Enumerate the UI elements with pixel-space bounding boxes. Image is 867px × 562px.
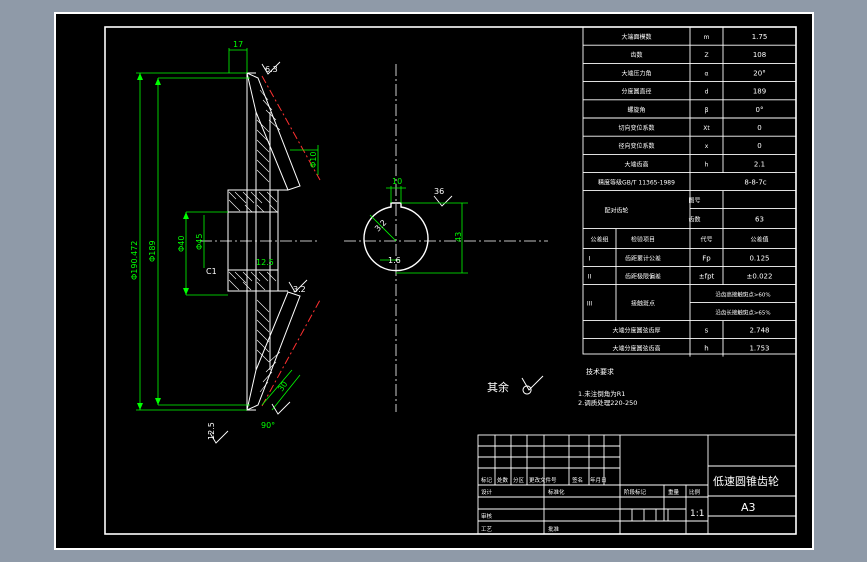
tb-col-date: 年月日 <box>590 476 607 484</box>
param-value-1: 108 <box>753 51 766 59</box>
tb-approve: 批准 <box>548 525 560 533</box>
pair-key-0: 图号 <box>688 198 700 205</box>
param-symbol-7: h <box>705 161 709 168</box>
chord-value-0: 2.748 <box>749 327 769 335</box>
tol-group-1: II <box>588 274 592 281</box>
chord-value-1: 1.753 <box>749 345 769 353</box>
tol-item-3: 接触斑点 <box>631 300 655 308</box>
param-name-0: 大端面模数 <box>621 33 651 41</box>
tol-group-0: I <box>589 256 591 263</box>
dim-r10: Φ10 <box>309 152 318 168</box>
tb-stage: 阶段标记 <box>624 488 647 496</box>
param-value-3: 189 <box>753 88 766 96</box>
tb-design: 设计 <box>481 488 493 496</box>
tol-symbol-0: Fp <box>702 255 711 263</box>
rough-label: 其余 <box>487 380 509 394</box>
tol-head-value: 公差值 <box>750 236 768 244</box>
tb-col-count: 处数 <box>497 476 509 484</box>
param-value-2: 20° <box>753 69 765 77</box>
param-value-6: 0 <box>757 142 761 150</box>
tb-col-change: 更改文件号 <box>529 476 557 484</box>
tb-check: 审核 <box>481 512 493 520</box>
dim-tip-od: Φ190.472 <box>130 241 139 280</box>
pair-key-1: 齿数 <box>688 216 700 224</box>
tol-symbol-1: ±fpt <box>699 273 715 281</box>
param-name-3: 分度圆直径 <box>621 88 651 96</box>
param-symbol-6: x <box>705 143 709 150</box>
finish-36: 36 <box>434 187 444 196</box>
tb-std: 标准化 <box>548 488 565 496</box>
param-value-4: 0° <box>756 106 764 114</box>
param-symbol-2: α <box>705 70 709 77</box>
param-value-0: 1.75 <box>752 33 768 41</box>
tb-scale: 1:1 <box>690 509 704 519</box>
chord-name-0: 大端分度圆弦齿厚 <box>612 327 660 335</box>
accuracy-label: 精度等级GB/T 11365-1989 <box>598 179 675 187</box>
note-1: 1.未注倒角为R1 <box>578 389 625 398</box>
param-name-4: 螺旋角 <box>627 106 645 114</box>
dim-keyway-depth: 43 <box>454 232 463 242</box>
tol-head-group: 公差组 <box>590 236 608 244</box>
dim-bore: Φ40 <box>177 236 186 252</box>
chord-name-1: 大端分度圆弦齿高 <box>612 345 660 353</box>
finish-16: 1.6 <box>388 256 401 265</box>
tb-proc: 工艺 <box>481 526 493 533</box>
pair-label: 配对齿轮 <box>604 207 628 215</box>
tol-head-item: 检验项目 <box>631 236 655 244</box>
param-value-5: 0 <box>757 124 761 132</box>
param-symbol-3: d <box>705 89 709 96</box>
param-symbol-1: Z <box>704 52 708 59</box>
param-name-1: 齿数 <box>630 51 642 59</box>
param-name-6: 径向变位系数 <box>618 142 654 150</box>
finish-32: 3.2 <box>293 285 306 294</box>
tb-ratio: 比例 <box>689 488 701 496</box>
cad-viewer[interactable]: 17 Φ190.472 Φ189 Φ40 Φ45 Φ10 12.5 30 90°… <box>0 0 867 562</box>
param-value-7: 2.1 <box>754 160 765 168</box>
param-symbol-5: Xt <box>703 125 710 132</box>
tol-value-0: 0.125 <box>749 255 769 263</box>
param-name-5: 切向变位系数 <box>618 124 654 132</box>
dim-keyway-width: 10 <box>392 177 402 186</box>
accuracy-value: 8-8-7c <box>744 179 766 187</box>
dim-c1: C1 <box>206 267 217 276</box>
chord-symbol-0: s <box>705 327 709 335</box>
dim-pitch-d: Φ189 <box>148 240 157 262</box>
param-symbol-4: β <box>705 107 709 114</box>
dim-angle: 90° <box>261 421 275 430</box>
dim-hub: Φ45 <box>195 234 204 250</box>
drawing-sheet <box>54 12 814 550</box>
tb-sheet-size: A3 <box>741 501 756 514</box>
dim-17: 17 <box>233 40 243 49</box>
tb-part-name: 低速圆锥齿轮 <box>713 474 779 488</box>
contact-height: 沿齿高接触斑点>60% <box>715 291 770 299</box>
chord-symbol-1: h <box>704 345 708 353</box>
notes-title: 技术要求 <box>586 367 614 376</box>
param-symbol-0: m <box>704 34 710 41</box>
tol-head-code: 代号 <box>700 236 712 244</box>
tol-value-1: ±0.022 <box>747 273 773 281</box>
pair-val-1: 63 <box>755 216 764 224</box>
tol-item-1: 齿距极限偏差 <box>625 273 661 281</box>
param-name-7: 大端齿高 <box>624 160 648 168</box>
tb-col-sign: 签名 <box>572 476 583 484</box>
finish-125: 12.5 <box>207 422 216 440</box>
tb-col-mark: 标记 <box>481 476 493 484</box>
tb-weight: 重量 <box>668 488 680 496</box>
dim-r125: 12.5 <box>256 258 274 267</box>
tol-item-0: 齿距累计公差 <box>625 255 661 263</box>
note-2: 2.调质处理220-250 <box>578 398 637 407</box>
contact-length: 沿齿长接触斑点>65% <box>715 309 770 317</box>
param-name-2: 大端压力角 <box>621 69 651 77</box>
finish-63: 6.3 <box>265 65 278 74</box>
tb-col-zone: 分区 <box>513 476 525 484</box>
tol-group-3: III <box>587 301 593 308</box>
